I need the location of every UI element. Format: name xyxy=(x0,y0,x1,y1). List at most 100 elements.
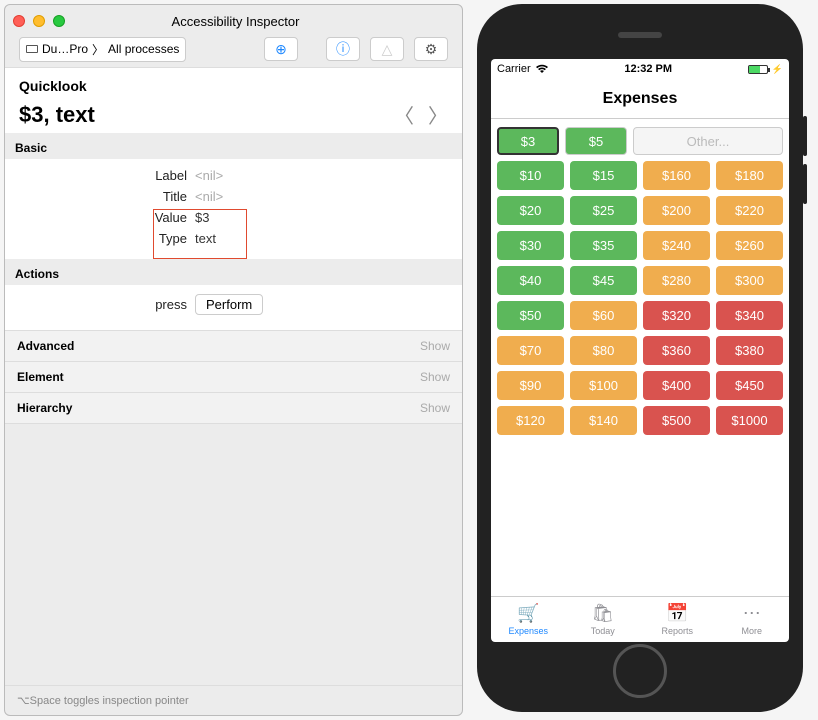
other-amount-field[interactable]: Other... xyxy=(633,127,783,155)
clock: 12:32 PM xyxy=(624,63,672,75)
amount-button[interactable]: $300 xyxy=(716,266,783,295)
calendar-icon: 📅 xyxy=(666,603,688,624)
tab-label: Reports xyxy=(661,626,693,636)
amount-button[interactable]: $30 xyxy=(497,231,564,260)
amount-button[interactable]: $140 xyxy=(570,406,637,435)
amount-button[interactable]: $70 xyxy=(497,336,564,365)
basic-value-key: Value xyxy=(5,210,195,225)
minimize-icon[interactable] xyxy=(33,15,45,27)
tab-bar: 🛒 Expenses 🛍 Today 📅 Reports ⋯ More xyxy=(491,596,789,642)
amount-button[interactable]: $200 xyxy=(643,196,710,225)
wifi-icon xyxy=(535,62,549,77)
gear-icon: ⚙ xyxy=(425,41,438,58)
amount-button[interactable]: $500 xyxy=(643,406,710,435)
prev-element-button[interactable]: 〈 xyxy=(394,100,414,129)
amount-button[interactable]: $260 xyxy=(716,231,783,260)
amount-segment-3[interactable]: $3 xyxy=(497,127,559,155)
amount-button[interactable]: $100 xyxy=(570,371,637,400)
basic-label-key: Label xyxy=(5,168,195,183)
tab-label: Today xyxy=(591,626,615,636)
amount-button[interactable]: $240 xyxy=(643,231,710,260)
basic-value-val: $3 xyxy=(195,210,209,225)
target-summary: $3, text xyxy=(19,102,95,128)
more-icon: ⋯ xyxy=(743,603,761,624)
charging-icon: ⚡ xyxy=(772,64,783,75)
amount-button[interactable]: $35 xyxy=(570,231,637,260)
chevron-right-icon: 〉 xyxy=(92,41,104,58)
action-press-key: press xyxy=(5,297,195,312)
basic-type-key: Type xyxy=(5,231,195,246)
section-element-label: Element xyxy=(17,370,64,384)
amount-button[interactable]: $25 xyxy=(570,196,637,225)
close-icon[interactable] xyxy=(13,15,25,27)
amount-button[interactable]: $1000 xyxy=(716,406,783,435)
amount-button[interactable]: $450 xyxy=(716,371,783,400)
amount-button[interactable]: $50 xyxy=(497,301,564,330)
show-link[interactable]: Show xyxy=(420,339,450,353)
target-picker-button[interactable]: ⊕ xyxy=(264,37,298,61)
zoom-icon[interactable] xyxy=(53,15,65,27)
amount-button[interactable]: $180 xyxy=(716,161,783,190)
crumb-device: Du…Pro xyxy=(42,42,88,56)
battery-icon xyxy=(748,65,768,74)
amount-button[interactable]: $220 xyxy=(716,196,783,225)
amount-button[interactable]: $40 xyxy=(497,266,564,295)
amount-button[interactable]: $280 xyxy=(643,266,710,295)
info-button[interactable]: ⓘ xyxy=(326,37,360,61)
basic-title-key: Title xyxy=(5,189,195,204)
amount-button[interactable]: $20 xyxy=(497,196,564,225)
audit-button[interactable]: △ xyxy=(370,37,404,61)
toolbar: Du…Pro 〉 All processes ⊕ ⓘ △ ⚙ xyxy=(5,37,462,67)
section-basic: Basic xyxy=(5,133,462,159)
amount-button[interactable]: $15 xyxy=(570,161,637,190)
amount-button[interactable]: $160 xyxy=(643,161,710,190)
amount-button[interactable]: $120 xyxy=(497,406,564,435)
crumb-target: All processes xyxy=(108,42,179,56)
amount-button[interactable]: $340 xyxy=(716,301,783,330)
warning-icon: △ xyxy=(382,41,393,58)
tab-label: More xyxy=(741,626,762,636)
phone-screen: Carrier 12:32 PM ⚡ Expenses $3 $5 Other.… xyxy=(491,59,789,642)
amount-button[interactable]: $60 xyxy=(570,301,637,330)
carrier-label: Carrier xyxy=(497,63,531,75)
crosshair-icon: ⊕ xyxy=(275,41,287,58)
footer-hint: ⌥Space toggles inspection pointer xyxy=(5,685,462,715)
laptop-icon xyxy=(26,45,38,53)
tab-reports[interactable]: 📅 Reports xyxy=(640,597,715,642)
section-hierarchy-label: Hierarchy xyxy=(17,401,72,415)
amount-button[interactable]: $45 xyxy=(570,266,637,295)
section-advanced[interactable]: Advanced Show xyxy=(5,331,462,362)
basic-label-val: <nil> xyxy=(195,168,223,183)
target-breadcrumb[interactable]: Du…Pro 〉 All processes xyxy=(19,37,186,62)
section-advanced-label: Advanced xyxy=(17,339,74,353)
section-element[interactable]: Element Show xyxy=(5,362,462,393)
section-hierarchy[interactable]: Hierarchy Show xyxy=(5,393,462,424)
show-link[interactable]: Show xyxy=(420,401,450,415)
amount-button[interactable]: $80 xyxy=(570,336,637,365)
amount-button[interactable]: $360 xyxy=(643,336,710,365)
basic-type-val: text xyxy=(195,231,216,246)
settings-button[interactable]: ⚙ xyxy=(414,37,448,61)
titlebar: Accessibility Inspector xyxy=(5,5,462,37)
next-element-button[interactable]: 〉 xyxy=(428,100,448,129)
amount-button[interactable]: $320 xyxy=(643,301,710,330)
tab-more[interactable]: ⋯ More xyxy=(715,597,790,642)
bag-icon: 🛍 xyxy=(591,603,614,624)
expense-grid: $3 $5 Other... $10$15$160$180$20$25$200$… xyxy=(491,119,789,596)
tab-expenses[interactable]: 🛒 Expenses xyxy=(491,597,566,642)
perform-button[interactable]: Perform xyxy=(195,294,263,315)
amount-button[interactable]: $90 xyxy=(497,371,564,400)
amount-button[interactable]: $10 xyxy=(497,161,564,190)
tab-label: Expenses xyxy=(508,626,548,636)
volume-button xyxy=(803,164,807,204)
window-title: Accessibility Inspector xyxy=(65,14,406,29)
tab-today[interactable]: 🛍 Today xyxy=(566,597,641,642)
show-link[interactable]: Show xyxy=(420,370,450,384)
cart-icon: 🛒 xyxy=(517,603,539,624)
volume-button xyxy=(803,116,807,156)
amount-button[interactable]: $380 xyxy=(716,336,783,365)
amount-button[interactable]: $400 xyxy=(643,371,710,400)
quicklook-heading: Quicklook xyxy=(19,78,448,94)
actions-panel: press Perform xyxy=(5,285,462,331)
amount-segment-5[interactable]: $5 xyxy=(565,127,627,155)
